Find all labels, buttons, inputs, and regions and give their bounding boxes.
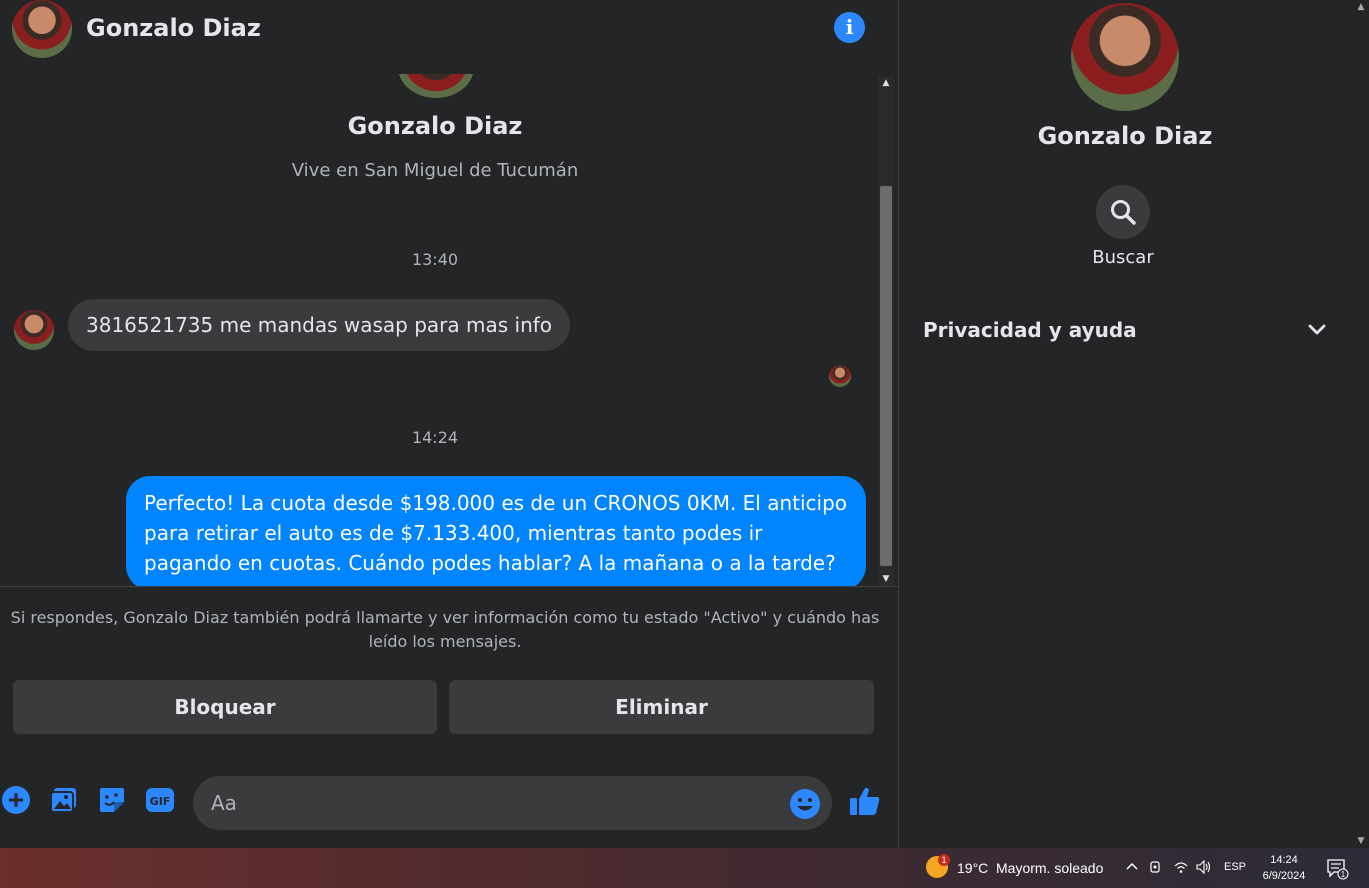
svg-text:GIF: GIF [150,795,171,808]
profile-subtitle: Vive en San Miguel de Tucumán [291,160,579,181]
search-icon [1111,200,1136,225]
incoming-message[interactable]: 3816521735 me mandas wasap para mas info [68,299,571,351]
sidebar-contact-name: Gonzalo Diaz [1037,122,1213,150]
outgoing-message[interactable]: Perfecto! La cuota desde $198.000 es de … [126,476,866,586]
chevron-up-icon[interactable] [1123,858,1141,876]
reply-notice: Si respondes, Gonzalo Diaz también podrá… [10,608,880,651]
message-input[interactable] [193,776,832,830]
info-icon[interactable]: i [834,12,865,43]
scroll-down-arrow-icon[interactable]: ▼ [1353,836,1369,846]
profile-avatar [398,74,474,98]
meet-now-icon[interactable] [1147,858,1165,876]
clock-time: 14:24 [1270,854,1298,866]
divider [0,586,898,587]
sticker-icon[interactable] [96,784,128,816]
contact-name[interactable]: Gonzalo Diaz [86,14,261,42]
search-label[interactable]: Buscar [899,247,1347,268]
windows-taskbar: 1 19°C Mayorm. soleado ESP 14:24 6/9/202… [0,848,1369,888]
wifi-icon[interactable] [1172,858,1190,876]
search-button[interactable] [1096,185,1150,239]
sidebar-scrollbar[interactable]: ▲ ▼ [1353,0,1369,848]
input-language[interactable]: ESP [1224,861,1246,873]
scroll-thumb[interactable] [880,186,892,566]
notification-count: 1 [1341,870,1346,879]
chat-panel: Gonzalo Diaz i Gonzalo Diaz Vive en San … [0,0,898,848]
message-scrollbar[interactable]: ▲ ▼ [878,76,894,586]
scroll-down-arrow-icon[interactable]: ▼ [878,572,894,586]
chat-header: Gonzalo Diaz i [0,0,898,60]
weather-condition[interactable]: Mayorm. soleado [996,860,1103,876]
scroll-up-arrow-icon[interactable]: ▲ [1353,2,1369,12]
contact-info-sidebar: Gonzalo Diaz Buscar Privacidad y ayuda ▲… [898,0,1369,848]
weather-badge: 1 [938,854,950,866]
seen-indicator-avatar [829,365,851,387]
gif-icon[interactable]: GIF [144,784,176,816]
scroll-up-arrow-icon[interactable]: ▲ [878,76,894,90]
volume-icon[interactable] [1195,858,1213,876]
weather-temperature[interactable]: 19°C [957,860,988,876]
message-timestamp: 13:40 [411,250,459,269]
notification-center-icon[interactable]: 1 [1326,858,1350,880]
privacy-help-section[interactable]: Privacidad y ayuda [923,318,1137,342]
emoji-icon[interactable] [789,788,821,820]
delete-button[interactable]: Eliminar [449,680,874,734]
thumbs-up-icon[interactable] [848,784,882,818]
clock[interactable]: 14:24 6/9/2024 [1258,852,1310,884]
contact-avatar[interactable] [12,0,72,58]
message-list: Gonzalo Diaz Vive en San Miguel de Tucum… [0,74,878,586]
chevron-down-icon[interactable] [1305,318,1329,342]
message-timestamp: 14:24 [411,428,459,447]
composer: GIF [0,772,898,836]
photo-icon[interactable] [48,784,80,816]
clock-date: 6/9/2024 [1262,870,1306,882]
sender-avatar[interactable] [14,310,54,350]
block-button[interactable]: Bloquear [13,680,437,734]
profile-name: Gonzalo Diaz [347,112,523,140]
add-icon[interactable] [0,784,32,816]
sidebar-avatar[interactable] [1071,3,1179,111]
